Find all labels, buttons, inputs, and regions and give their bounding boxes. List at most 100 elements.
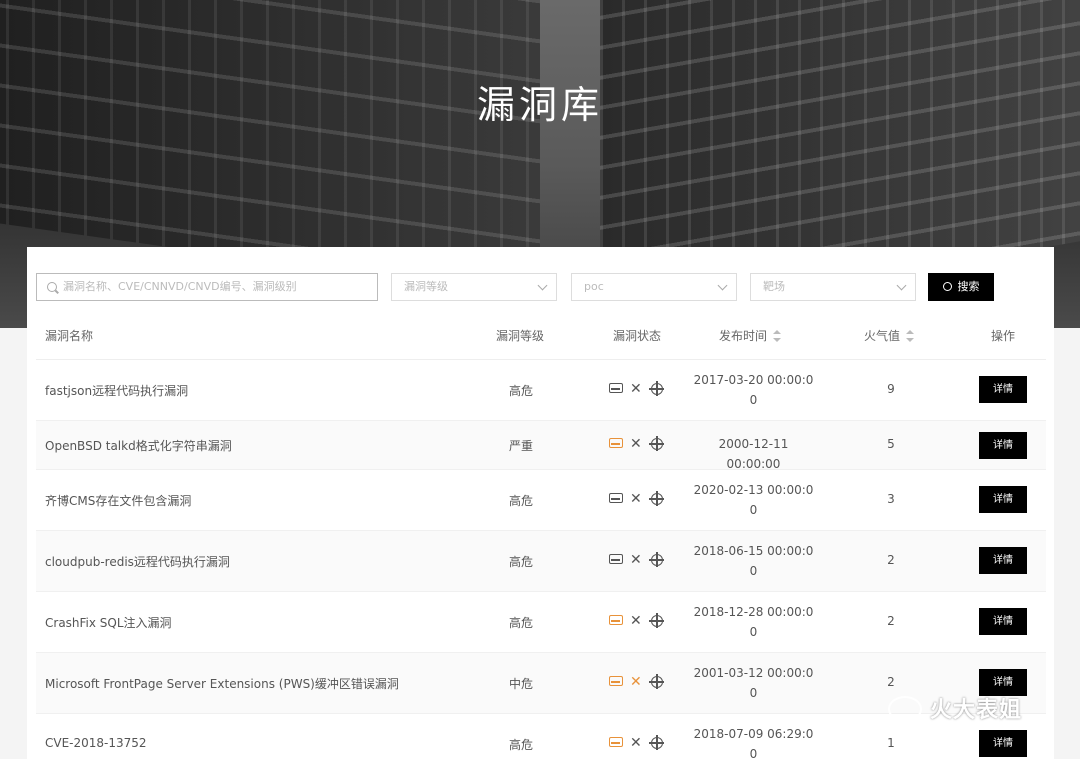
wechat-icon (888, 696, 922, 722)
level-placeholder: 漏洞等级 (404, 280, 448, 293)
chevron-down-icon (537, 280, 548, 291)
range-select[interactable]: 靶场 (750, 273, 916, 301)
watermark: 火大表姐 (888, 692, 1022, 728)
search-input[interactable]: 漏洞名称、CVE/CNNVD/CNVD编号、漏洞级别 (36, 273, 378, 301)
level-select[interactable]: 漏洞等级 (391, 273, 557, 301)
target-icon (649, 674, 664, 689)
card-icon (609, 383, 623, 393)
vuln-name[interactable]: 齐博CMS存在文件包含漏洞 (45, 492, 191, 509)
details-button[interactable]: 详情 (979, 730, 1027, 757)
vuln-level: 中危 (508, 677, 533, 691)
close-icon: ✕ (630, 674, 642, 690)
target-icon (649, 491, 664, 506)
card-icon (609, 493, 623, 503)
vuln-date: 2000-12-11 00:00:00 (691, 434, 816, 474)
vuln-date: 2018-12-28 00:00:0 0 (691, 602, 816, 642)
target-icon (649, 613, 664, 628)
vuln-heat: 2 (887, 553, 895, 567)
details-button[interactable]: 详情 (979, 432, 1027, 459)
card-icon (609, 737, 623, 747)
header-date[interactable]: 发布时间 (719, 327, 782, 344)
search-placeholder: 漏洞名称、CVE/CNNVD/CNVD编号、漏洞级别 (63, 280, 297, 293)
vuln-name[interactable]: CVE-2018-13752 (45, 736, 147, 750)
date-line-1: 2000-12-11 00:00:00 (718, 437, 789, 471)
vuln-name[interactable]: fastjson远程代码执行漏洞 (45, 382, 188, 399)
details-button[interactable]: 详情 (979, 376, 1027, 403)
details-button[interactable]: 详情 (979, 547, 1027, 574)
date-line-1: 2001-03-12 00:00:0 (693, 666, 814, 680)
vuln-date: 2017-03-20 00:00:0 0 (691, 370, 816, 410)
header-status: 漏洞状态 (613, 329, 662, 343)
vuln-level: 高危 (508, 494, 533, 508)
card-icon (609, 438, 623, 448)
vuln-date: 2001-03-12 00:00:0 0 (691, 663, 816, 703)
poc-placeholder: poc (584, 280, 604, 293)
vuln-level: 高危 (508, 616, 533, 630)
table-row: CrashFix SQL注入漏洞 高危 ✕ 2018-12-28 00:00:0… (36, 592, 1046, 653)
vuln-level: 高危 (508, 555, 533, 569)
date-line-2: 0 (749, 503, 758, 517)
close-icon: ✕ (630, 613, 642, 629)
header-date-label: 发布时间 (719, 329, 768, 343)
close-icon: ✕ (630, 436, 642, 452)
close-icon: ✕ (630, 491, 642, 507)
details-button[interactable]: 详情 (979, 608, 1027, 635)
vuln-heat: 9 (887, 382, 895, 396)
vuln-date: 2018-07-09 06:29:0 0 (691, 724, 816, 759)
range-placeholder: 靶场 (763, 280, 785, 293)
card-icon (609, 554, 623, 564)
vuln-heat: 3 (887, 492, 895, 506)
header-heat[interactable]: 火气值 (864, 327, 915, 344)
search-button-label: 搜索 (957, 280, 980, 293)
filter-bar: 漏洞名称、CVE/CNNVD/CNVD编号、漏洞级别 漏洞等级 poc 靶场 搜… (36, 273, 1036, 301)
vuln-date: 2018-06-15 00:00:0 0 (691, 541, 816, 581)
header-name: 漏洞名称 (45, 329, 94, 343)
date-line-1: 2017-03-20 00:00:0 (693, 373, 814, 387)
search-icon (942, 282, 952, 291)
vuln-heat: 2 (887, 675, 895, 689)
card-icon (609, 676, 623, 686)
close-icon: ✕ (630, 552, 642, 568)
target-icon (649, 381, 664, 396)
vuln-name[interactable]: cloudpub-redis远程代码执行漏洞 (45, 553, 230, 570)
chevron-down-icon (717, 280, 728, 291)
content-panel: 漏洞名称、CVE/CNNVD/CNVD编号、漏洞级别 漏洞等级 poc 靶场 搜… (27, 247, 1054, 759)
header-op: 操作 (991, 329, 1016, 343)
close-icon: ✕ (630, 735, 642, 751)
search-icon (47, 282, 57, 292)
table-row: 齐博CMS存在文件包含漏洞 高危 ✕ 2020-02-13 00:00:0 0 3… (36, 470, 1046, 531)
vuln-name[interactable]: OpenBSD talkd格式化字符串漏洞 (45, 437, 232, 454)
vuln-name[interactable]: CrashFix SQL注入漏洞 (45, 614, 172, 631)
vuln-date: 2020-02-13 00:00:0 0 (691, 480, 816, 520)
table-row: fastjson远程代码执行漏洞 高危 ✕ 2017-03-20 00:00:0… (36, 360, 1046, 421)
search-button[interactable]: 搜索 (928, 273, 994, 301)
target-icon (649, 552, 664, 567)
vuln-level: 高危 (508, 384, 533, 398)
sort-icon[interactable] (773, 330, 782, 342)
date-line-1: 2018-06-15 00:00:0 (693, 544, 814, 558)
table-header: 漏洞名称 漏洞等级 漏洞状态 发布时间 火气值 操作 (36, 313, 1046, 360)
date-line-1: 2018-07-09 06:29:0 (693, 727, 814, 741)
date-line-2: 0 (749, 564, 758, 578)
header-level: 漏洞等级 (496, 329, 545, 343)
vuln-heat: 1 (887, 736, 895, 750)
table-row: OpenBSD talkd格式化字符串漏洞 严重 ✕ 2000-12-11 00… (36, 421, 1046, 471)
vuln-level: 高危 (508, 738, 533, 752)
details-button[interactable]: 详情 (979, 486, 1027, 513)
watermark-text: 火大表姐 (930, 698, 1023, 723)
vuln-level: 严重 (508, 439, 533, 453)
sort-icon[interactable] (906, 330, 915, 342)
page-title: 漏洞库 (476, 83, 603, 127)
date-line-2: 0 (749, 625, 758, 639)
vuln-heat: 5 (887, 437, 895, 451)
header-heat-label: 火气值 (864, 329, 901, 343)
close-icon: ✕ (630, 381, 642, 397)
vuln-name[interactable]: Microsoft FrontPage Server Extensions (P… (45, 675, 399, 692)
date-line-2: 0 (749, 686, 758, 700)
poc-select[interactable]: poc (571, 273, 737, 301)
vuln-heat: 2 (887, 614, 895, 628)
table-row: cloudpub-redis远程代码执行漏洞 高危 ✕ 2018-06-15 0… (36, 531, 1046, 592)
date-line-1: 2018-12-28 00:00:0 (693, 605, 814, 619)
target-icon (649, 735, 664, 750)
date-line-2: 0 (749, 393, 758, 407)
